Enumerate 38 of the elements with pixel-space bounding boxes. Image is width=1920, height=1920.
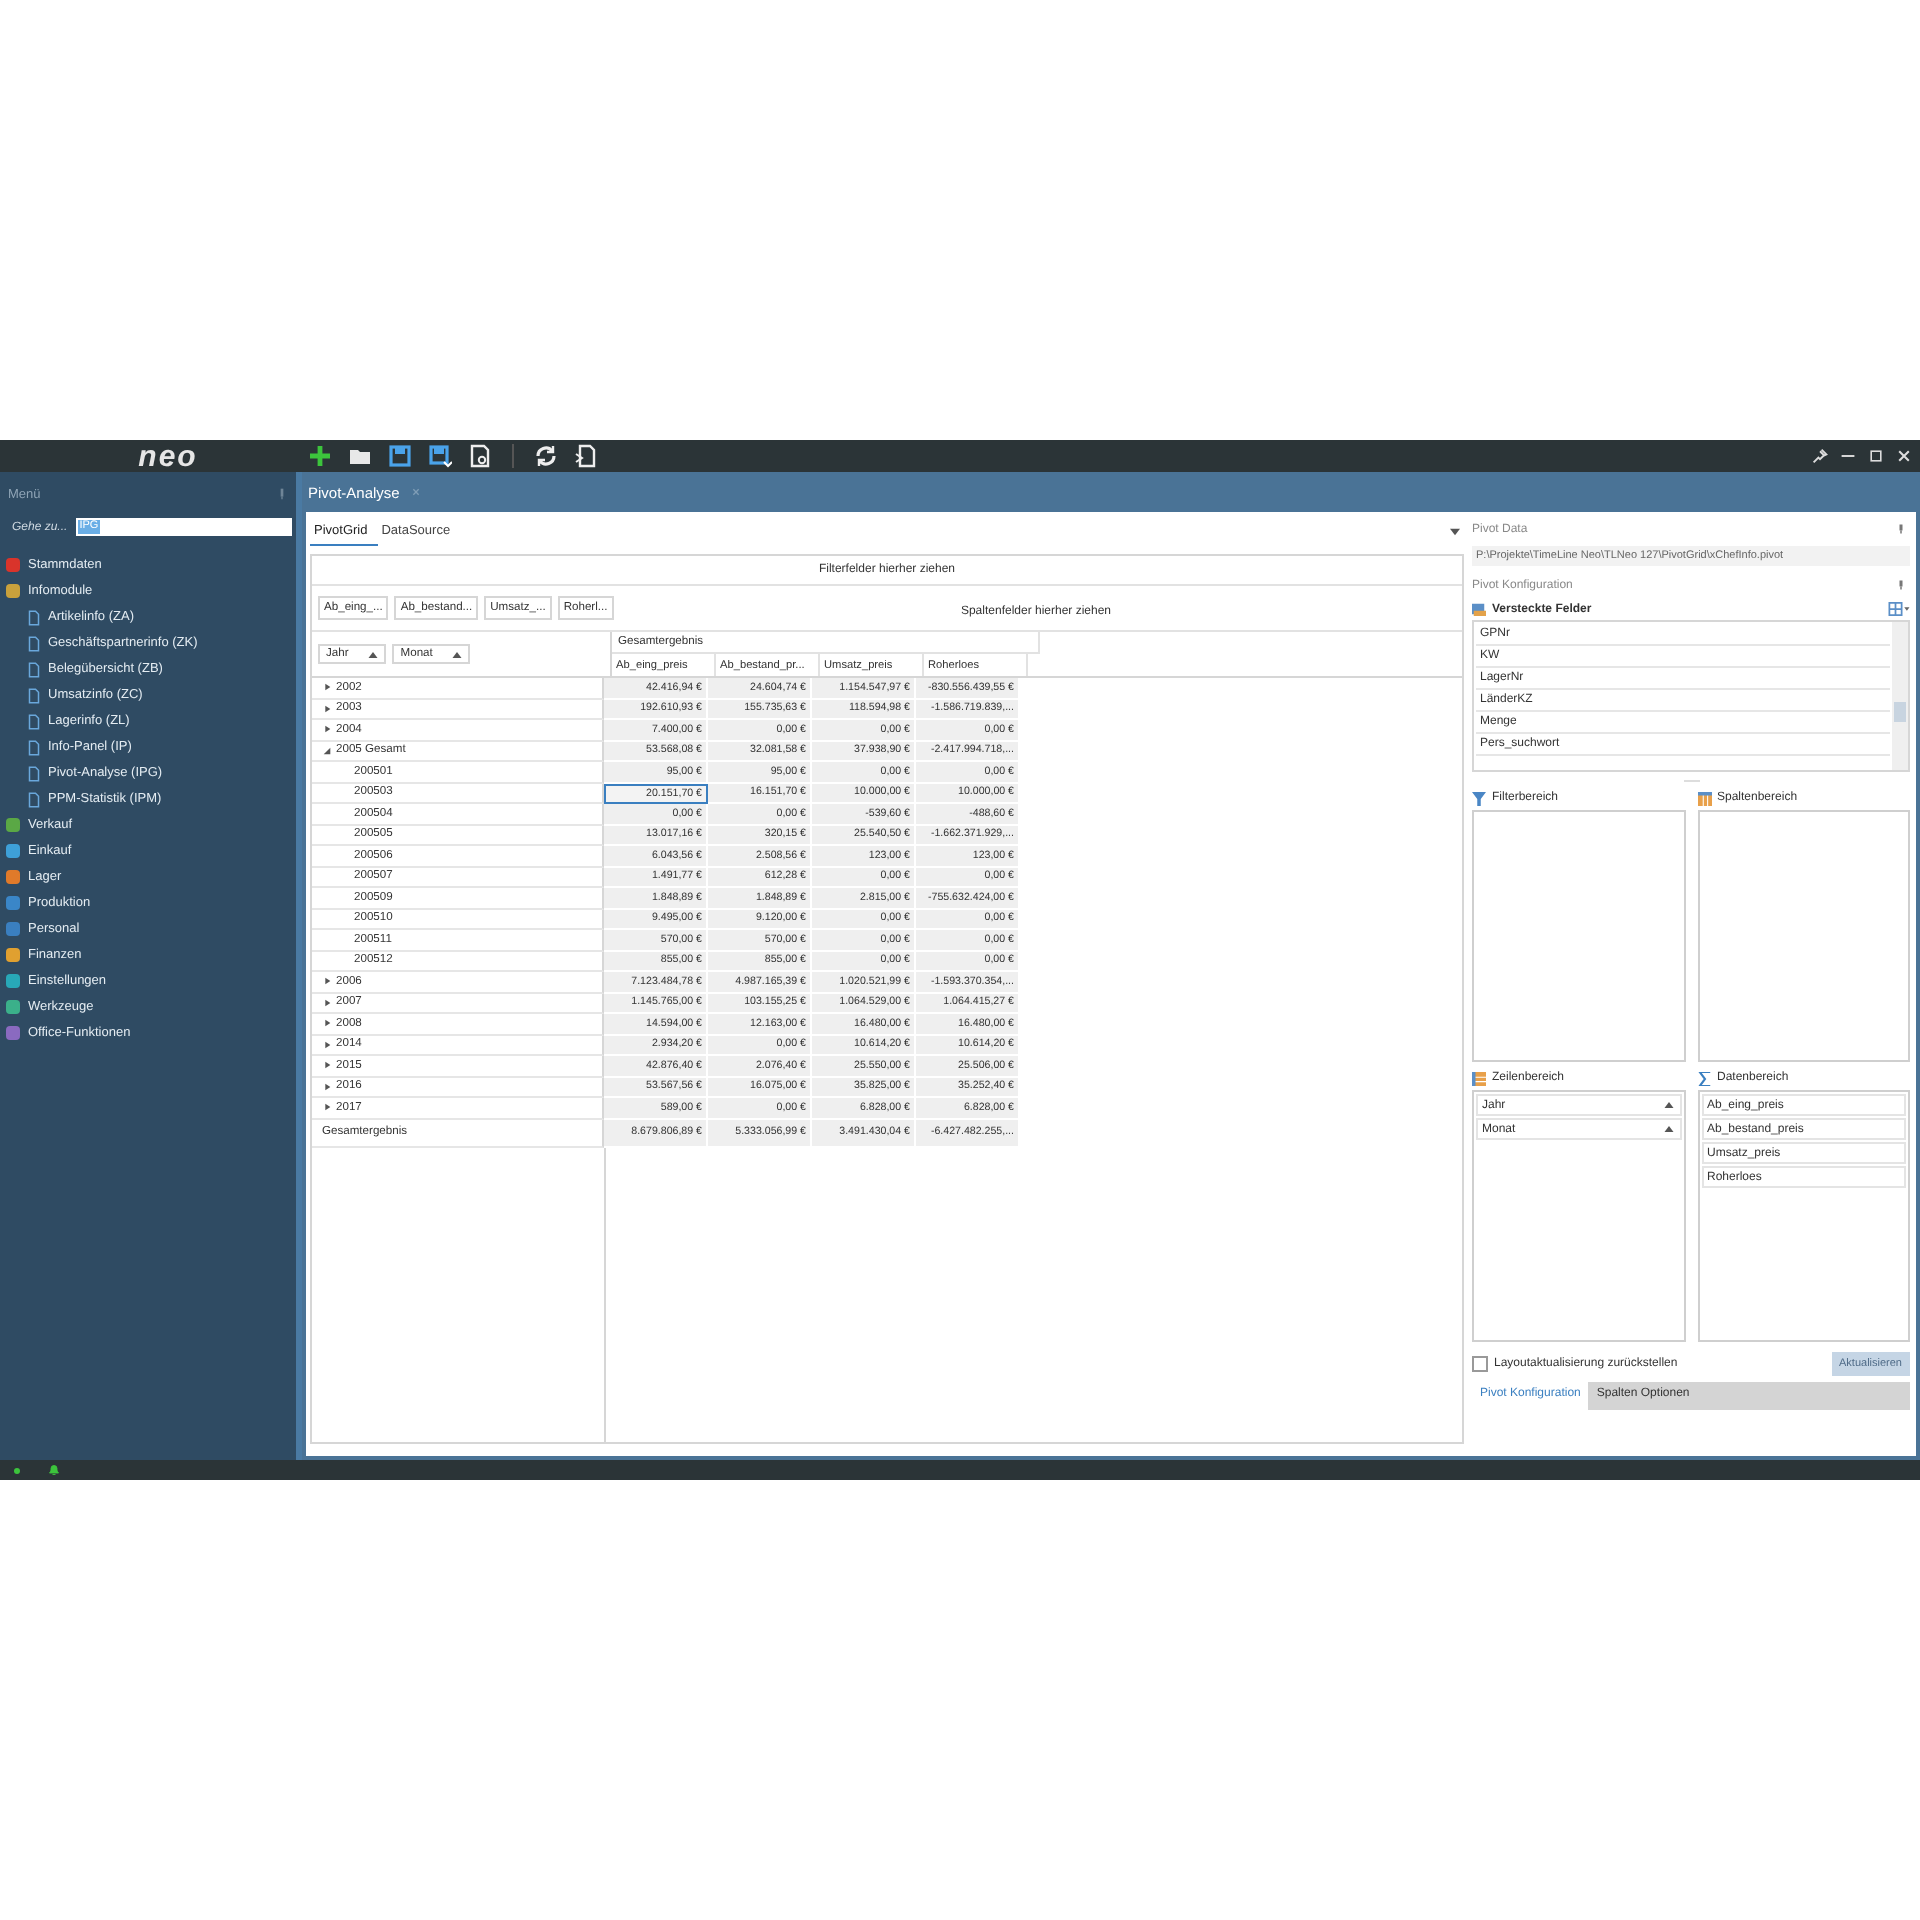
expand-arrow-icon[interactable] xyxy=(322,1039,332,1050)
sort-ascending-icon xyxy=(1663,1126,1673,1132)
bell-icon[interactable] xyxy=(48,1464,60,1476)
checkbox[interactable] xyxy=(1472,1356,1488,1372)
expand-arrow-icon[interactable] xyxy=(322,724,332,735)
rows-icon xyxy=(1472,1071,1486,1085)
expand-arrow-icon[interactable] xyxy=(322,997,332,1008)
collapse-arrow-icon[interactable] xyxy=(322,745,332,756)
pin-icon[interactable] xyxy=(1898,524,1904,534)
layout-icon[interactable] xyxy=(1888,602,1910,616)
add-icon[interactable] xyxy=(308,444,332,468)
pin-icon[interactable] xyxy=(1898,580,1904,590)
maximize-icon[interactable] xyxy=(1868,448,1884,464)
expand-arrow-icon[interactable] xyxy=(322,1102,332,1113)
sort-ascending-icon xyxy=(452,651,463,657)
expand-arrow-icon[interactable] xyxy=(322,1018,332,1029)
expand-arrow-icon[interactable] xyxy=(322,1060,332,1071)
save-icon[interactable] xyxy=(388,444,412,468)
sum-icon xyxy=(1697,1071,1711,1085)
status-dot xyxy=(14,1467,20,1473)
expand-arrow-icon[interactable] xyxy=(322,682,332,693)
expand-arrow-icon[interactable] xyxy=(322,703,332,714)
columns-icon xyxy=(1697,791,1711,805)
sort-ascending-icon xyxy=(1663,1102,1673,1108)
app-logo: neo xyxy=(138,441,198,471)
refresh-icon[interactable] xyxy=(534,444,558,468)
expand-arrow-icon[interactable] xyxy=(322,976,332,987)
fields-icon xyxy=(1472,602,1486,616)
dropdown-icon[interactable] xyxy=(1450,528,1460,536)
scrollbar[interactable] xyxy=(1892,622,1908,770)
document-search-icon[interactable] xyxy=(468,444,492,468)
save-all-icon[interactable] xyxy=(428,444,452,468)
folder-icon[interactable] xyxy=(348,444,372,468)
pin-icon[interactable] xyxy=(1812,448,1828,464)
filter-icon xyxy=(1472,791,1486,805)
expand-arrow-icon[interactable] xyxy=(322,1081,332,1092)
export-icon[interactable] xyxy=(574,444,598,468)
sort-ascending-icon xyxy=(368,651,379,657)
